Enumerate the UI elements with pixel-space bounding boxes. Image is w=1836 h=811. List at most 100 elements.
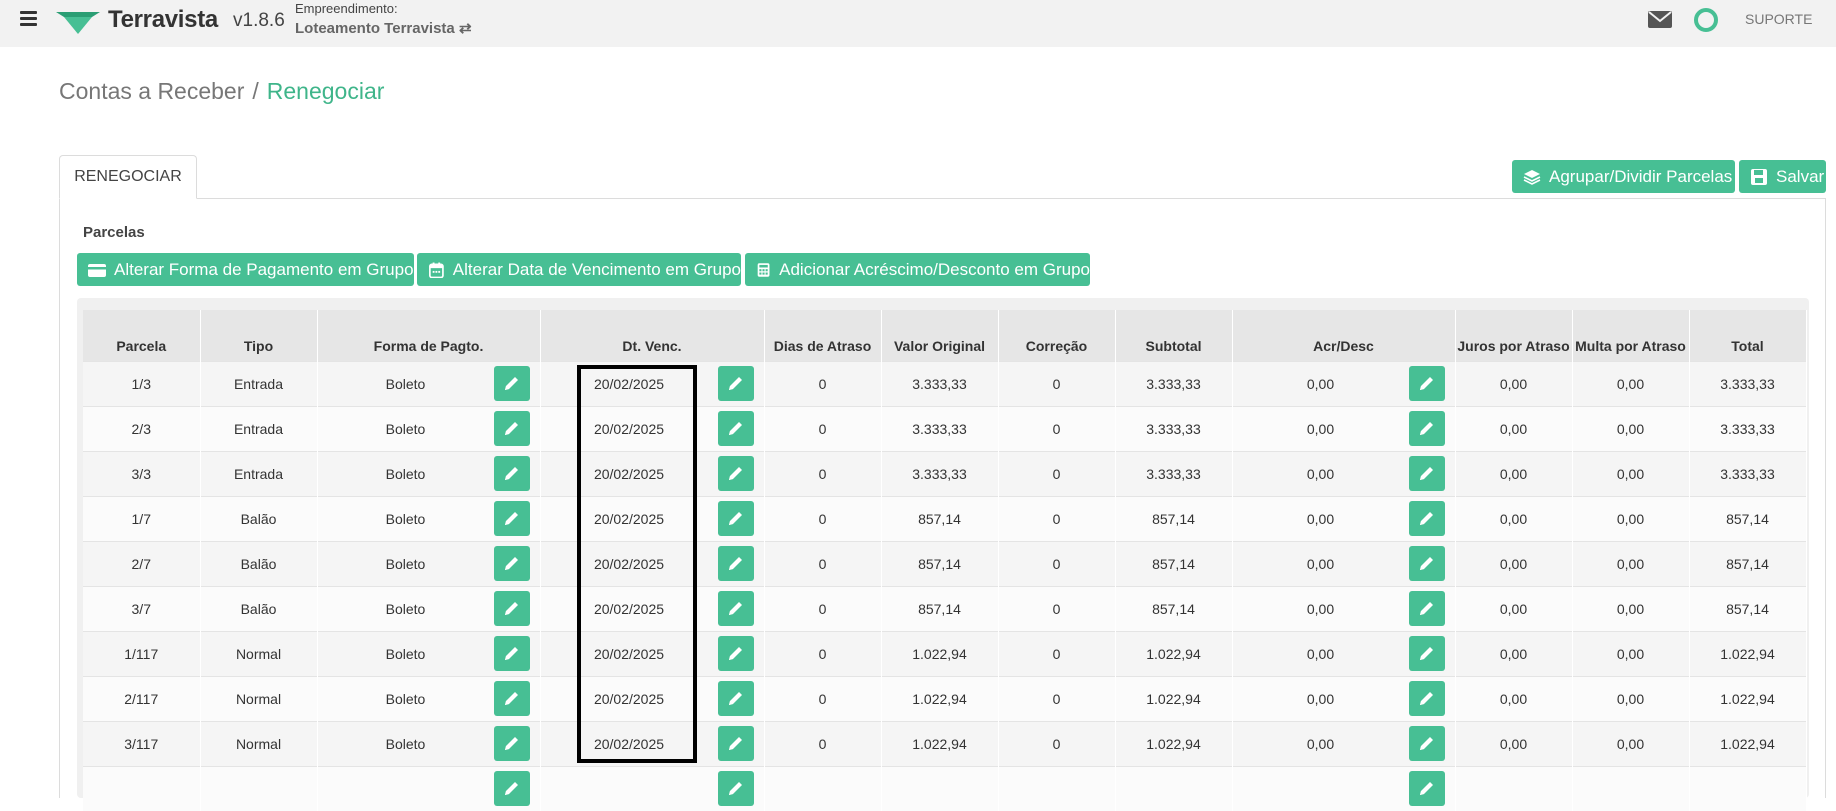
pencil-icon (505, 377, 518, 390)
brand-name: Terravista (108, 6, 218, 33)
save-icon (1751, 168, 1767, 185)
edit-due-date-button[interactable] (717, 591, 754, 626)
col-header-acr[interactable]: Acr/Desc (1232, 310, 1456, 361)
edit-adjustment-button[interactable] (1408, 726, 1445, 761)
cell-tipo: Normal (200, 675, 318, 721)
edit-adjustment-button[interactable] (1408, 456, 1445, 491)
edit-due-date-button[interactable] (717, 726, 754, 761)
edit-payment-method-button[interactable] (493, 726, 530, 761)
pencil-icon (729, 422, 742, 435)
cell-correcao: 0 (998, 450, 1116, 496)
cell-total: 3.333,33 (1689, 360, 1807, 406)
menu-icon[interactable] (20, 11, 37, 26)
edit-due-date-button[interactable] (717, 636, 754, 671)
col-header-multa[interactable]: Multa por Atraso (1572, 310, 1690, 361)
col-header-parcela[interactable]: Parcela (83, 310, 201, 361)
edit-due-date-button[interactable] (717, 546, 754, 581)
pencil-icon (1420, 692, 1433, 705)
edit-due-date-button[interactable] (717, 411, 754, 446)
col-header-juros[interactable]: Juros por Atraso (1455, 310, 1573, 361)
col-header-subtotal[interactable]: Subtotal (1115, 310, 1233, 361)
edit-payment-method-button[interactable] (493, 681, 530, 716)
col-header-forma[interactable]: Forma de Pagto. (317, 310, 541, 361)
cell-dias: 0 (764, 405, 882, 451)
pencil-icon (1420, 467, 1433, 480)
col-header-tipo[interactable]: Tipo (200, 310, 318, 361)
cell-forma (317, 765, 541, 811)
payment-method-value: Boleto (385, 555, 426, 572)
cell-total: 857,14 (1689, 585, 1807, 631)
edit-adjustment-button[interactable] (1408, 366, 1445, 401)
cell-multa: 0,00 (1572, 540, 1690, 586)
cell-tipo: Normal (200, 630, 318, 676)
col-header-venc[interactable]: Dt. Venc. (540, 310, 765, 361)
cell-venc (540, 765, 765, 811)
status-ring-icon[interactable] (1694, 8, 1718, 32)
save-button[interactable]: Salvar (1739, 160, 1826, 193)
edit-payment-method-button[interactable] (493, 501, 530, 536)
group-split-label: Agrupar/Dividir Parcelas (1549, 166, 1733, 186)
pencil-icon (729, 557, 742, 570)
edit-payment-method-button[interactable] (493, 546, 530, 581)
edit-adjustment-button[interactable] (1408, 411, 1445, 446)
cell-venc: 20/02/2025 (540, 495, 765, 541)
cell-total: 3.333,33 (1689, 405, 1807, 451)
edit-payment-method-button[interactable] (493, 366, 530, 401)
cell-correcao: 0 (998, 675, 1116, 721)
edit-due-date-button[interactable] (717, 366, 754, 401)
edit-due-date-button[interactable] (717, 681, 754, 716)
col-header-total[interactable]: Total (1689, 310, 1807, 361)
empreendimento-switch[interactable]: Loteamento Terravista ⇄ (295, 19, 472, 37)
edit-adjustment-button[interactable] (1408, 501, 1445, 536)
edit-adjustment-button[interactable] (1408, 546, 1445, 581)
edit-due-date-button[interactable] (717, 456, 754, 491)
edit-payment-method-button[interactable] (493, 771, 530, 807)
cell-venc: 20/02/2025 (540, 720, 765, 766)
cell-correcao (998, 765, 1116, 811)
edit-adjustment-button[interactable] (1408, 636, 1445, 671)
adjustment-value: 0,00 (1306, 465, 1335, 482)
support-link[interactable]: SUPORTE (1745, 11, 1812, 27)
cell-venc: 20/02/2025 (540, 360, 765, 406)
pencil-icon (505, 602, 518, 615)
col-header-correcao[interactable]: Correção (998, 310, 1116, 361)
due-date-value: 20/02/2025 (593, 690, 665, 707)
edit-due-date-button[interactable] (717, 771, 754, 807)
edit-adjustment-button[interactable] (1408, 771, 1445, 807)
edit-adjustment-button[interactable] (1408, 681, 1445, 716)
change-due-date-group-button[interactable]: Alterar Data de Vencimento em Grupo (417, 253, 741, 286)
edit-due-date-button[interactable] (717, 501, 754, 536)
adjustment-value: 0,00 (1306, 555, 1335, 572)
adjustment-value: 0,00 (1306, 645, 1335, 662)
col-header-dias[interactable]: Dias de Atraso (764, 310, 882, 361)
cell-juros: 0,00 (1455, 720, 1573, 766)
pencil-icon (729, 377, 742, 390)
due-date-value: 20/02/2025 (593, 465, 665, 482)
cell-acr: 0,00 (1232, 360, 1456, 406)
payment-method-value: Boleto (385, 420, 426, 437)
cell-tipo: Entrada (200, 450, 318, 496)
cell-multa (1572, 765, 1690, 811)
change-payment-group-button[interactable]: Alterar Forma de Pagamento em Grupo (77, 253, 414, 286)
edit-payment-method-button[interactable] (493, 636, 530, 671)
cell-multa: 0,00 (1572, 585, 1690, 631)
cell-parcela: 1/7 (83, 495, 201, 541)
breadcrumb-parent[interactable]: Contas a Receber (59, 78, 244, 104)
payment-method-value: Boleto (385, 600, 426, 617)
cell-total (1689, 765, 1807, 811)
group-split-button[interactable]: Agrupar/Dividir Parcelas (1512, 160, 1735, 193)
edit-payment-method-button[interactable] (493, 591, 530, 626)
cell-subtotal: 3.333,33 (1115, 360, 1233, 406)
cell-acr (1232, 765, 1456, 811)
col-header-valor[interactable]: Valor Original (881, 310, 999, 361)
mail-icon[interactable] (1648, 11, 1672, 28)
cell-juros: 0,00 (1455, 540, 1573, 586)
edit-payment-method-button[interactable] (493, 456, 530, 491)
tab-renegociar[interactable]: RENEGOCIAR (59, 155, 197, 199)
edit-adjustment-button[interactable] (1408, 591, 1445, 626)
cell-tipo: Entrada (200, 405, 318, 451)
cell-total: 857,14 (1689, 495, 1807, 541)
add-adjustment-group-button[interactable]: Adicionar Acréscimo/Desconto em Grupo (745, 253, 1090, 286)
edit-payment-method-button[interactable] (493, 411, 530, 446)
cell-forma: Boleto (317, 630, 541, 676)
